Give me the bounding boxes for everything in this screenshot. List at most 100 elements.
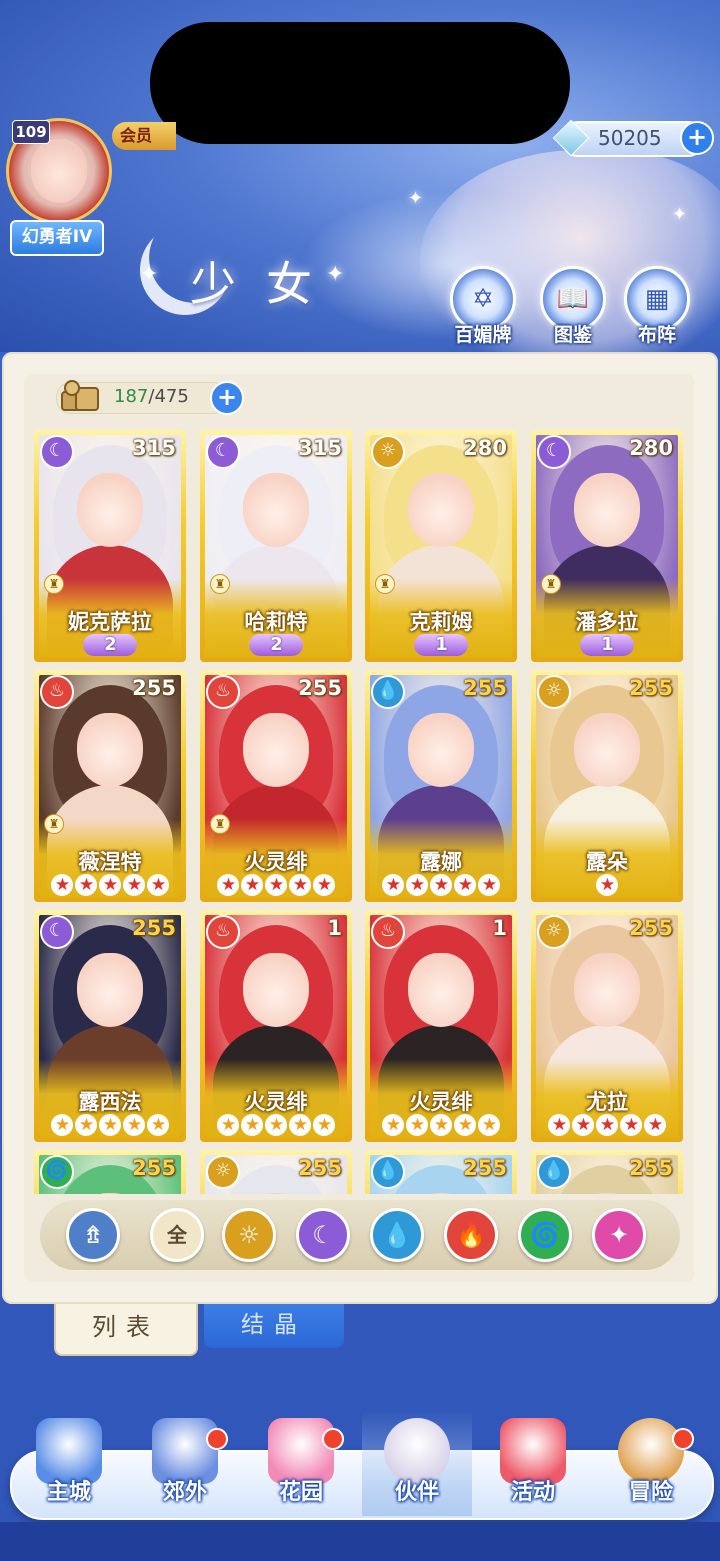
star-icon: ★: [548, 1114, 570, 1136]
water-element-icon: 💧: [371, 675, 405, 709]
water-element-icon: 💧: [371, 1155, 405, 1189]
card-level: 255: [463, 676, 507, 700]
notification-dot: [322, 1428, 344, 1450]
filter-wind-button[interactable]: 🌀: [518, 1208, 572, 1262]
character-card[interactable]: 💧 255: [365, 1150, 517, 1194]
card-name: 妮克萨拉: [68, 610, 152, 634]
rook-role-icon: ♜: [210, 814, 230, 834]
star-icon: ★: [75, 874, 97, 896]
star-icon: ★: [454, 1114, 476, 1136]
portrait-face: [243, 473, 309, 547]
nav-compass[interactable]: 冒险: [596, 1410, 706, 1516]
filter-water-button[interactable]: 💧: [370, 1208, 424, 1262]
formation-label: 布阵: [637, 324, 676, 346]
rook-role-icon: ♜: [541, 574, 561, 594]
nav-heart-garden[interactable]: 花园: [246, 1410, 356, 1516]
card-name: 露娜: [420, 850, 462, 874]
card-level: 315: [132, 436, 176, 460]
all-filter-icon: 全: [167, 1223, 187, 1247]
moon-element-icon: ☾: [40, 435, 74, 469]
character-card[interactable]: ☾ 315 ♜ 妮克萨拉 2: [34, 430, 186, 662]
star-icon: ★: [217, 874, 239, 896]
star-icon: ★: [147, 874, 169, 896]
character-card[interactable]: ☼ 255 露朵 ★: [531, 670, 683, 902]
formation-button[interactable]: ▦ 布阵: [620, 266, 694, 347]
card-rank: ★ ★ ★ ★ ★: [34, 1114, 186, 1136]
filter-star-button[interactable]: ✦: [592, 1208, 646, 1262]
character-card[interactable]: 💧 255 露娜 ★ ★ ★ ★ ★: [365, 670, 517, 902]
sparkle-icon: ✦: [672, 204, 688, 225]
nav-magic-circle[interactable]: 郊外: [130, 1410, 240, 1516]
add-gems-button[interactable]: +: [680, 121, 714, 155]
fire-element-icon: ♨: [206, 915, 240, 949]
card-level: 255: [132, 676, 176, 700]
character-card[interactable]: ♨ 1 火灵绯 ★ ★ ★ ★ ★: [365, 910, 517, 1142]
filter-fire-button[interactable]: 🔥: [444, 1208, 498, 1262]
filter-class-button[interactable]: ⇯: [66, 1208, 120, 1262]
card-rank: ★ ★ ★ ★ ★: [34, 874, 186, 896]
fire-element-icon: ♨: [40, 675, 74, 709]
star-icon: ★: [382, 874, 404, 896]
star-icon: ★: [478, 874, 500, 896]
filter-all-button[interactable]: 全: [150, 1208, 204, 1262]
vip-tag[interactable]: 会员: [112, 122, 176, 150]
filter-moon-button[interactable]: ☾: [296, 1208, 350, 1262]
card-name: 露西法: [78, 1090, 142, 1114]
tab-list[interactable]: 列表: [54, 1304, 198, 1356]
character-card[interactable]: ♨ 255 ♜ 薇涅特 ★ ★ ★ ★ ★: [34, 670, 186, 902]
codex-label: 图鉴: [553, 324, 592, 346]
water-element-icon: 💧: [382, 1221, 412, 1249]
roster-capacity-icon: [58, 378, 102, 414]
star-icon: ★: [478, 1114, 500, 1136]
sparkle-icon: ✦: [140, 262, 159, 287]
star-icon: ★: [313, 874, 335, 896]
rook-role-icon: ♜: [375, 574, 395, 594]
camera-notch-redaction: [150, 22, 570, 144]
card-rank: 2: [200, 634, 352, 656]
character-card[interactable]: ☾ 315 ♜ 哈莉特 2: [200, 430, 352, 662]
sun-element-icon: ☼: [238, 1221, 260, 1249]
card-rank: ★ ★ ★ ★ ★: [365, 874, 517, 896]
filter-sun-button[interactable]: ☼: [222, 1208, 276, 1262]
nav-label: 主城: [46, 1480, 91, 1505]
star-icon: ★: [51, 1114, 73, 1136]
star-icon: ★: [454, 874, 476, 896]
card-level: 255: [132, 916, 176, 940]
portrait-face: [574, 713, 640, 787]
character-card[interactable]: ☼ 255: [200, 1150, 352, 1194]
nav-gift-box[interactable]: 活动: [478, 1410, 588, 1516]
tab-crystal[interactable]: 结晶: [204, 1304, 344, 1348]
card-level: 255: [132, 1156, 176, 1180]
expand-roster-button[interactable]: +: [210, 381, 244, 415]
card-rank: 1: [365, 634, 517, 656]
roster-count-current: 187: [114, 386, 149, 407]
nav-label: 活动: [510, 1480, 555, 1505]
class-filter-icon: ⇯: [82, 1221, 104, 1249]
codex-button[interactable]: 📖 图鉴: [536, 266, 610, 347]
character-card[interactable]: ☼ 255 尤拉 ★ ★ ★ ★ ★: [531, 910, 683, 1142]
character-card[interactable]: ☾ 255 露西法 ★ ★ ★ ★ ★: [34, 910, 186, 1142]
star-icon: ★: [265, 874, 287, 896]
fire-element-icon: ♨: [206, 675, 240, 709]
character-card[interactable]: ☼ 280 ♜ 克莉姆 1: [365, 430, 517, 662]
card-level: 315: [298, 436, 342, 460]
sun-element-icon: ☼: [537, 675, 571, 709]
card-name: 尤拉: [586, 1090, 628, 1114]
character-card[interactable]: ♨ 255 ♜ 火灵绯 ★ ★ ★ ★ ★: [200, 670, 352, 902]
nav-partner-portrait[interactable]: 伙伴: [362, 1410, 472, 1516]
notification-dot: [672, 1428, 694, 1450]
card-name: 火灵绯: [409, 1090, 473, 1114]
charm-cards-button[interactable]: ✡ 百媚牌: [446, 266, 520, 347]
star-icon: ★: [241, 874, 263, 896]
character-card[interactable]: 💧 255: [531, 1150, 683, 1194]
star-icon: ★: [644, 1114, 666, 1136]
character-card[interactable]: ♨ 1 火灵绯 ★ ★ ★ ★ ★: [200, 910, 352, 1142]
character-card[interactable]: 🌀 255: [34, 1150, 186, 1194]
star-icon: ★: [596, 874, 618, 896]
card-name: 露朵: [586, 850, 628, 874]
sparkle-icon: ✦: [408, 188, 424, 209]
notification-dot: [206, 1428, 228, 1450]
star-icon: ★: [123, 874, 145, 896]
nav-castle[interactable]: 主城: [14, 1410, 124, 1516]
character-card[interactable]: ☾ 280 ♜ 潘多拉 1: [531, 430, 683, 662]
